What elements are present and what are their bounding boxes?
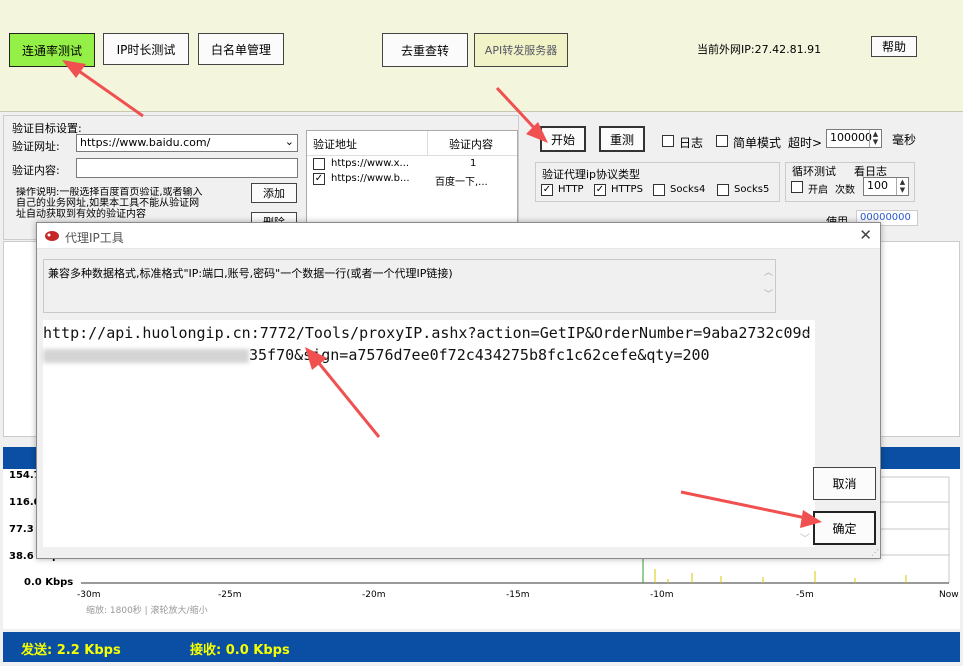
- loop-times-label: 次数: [835, 185, 855, 196]
- timeout-input[interactable]: 100000 ▲ ▼: [826, 129, 882, 148]
- https-checkbox[interactable]: ✓: [594, 184, 606, 196]
- format-notice: 兼容多种数据格式,标准格式"IP:端口,账号,密码"一个数据一行(或者一个代理I…: [43, 259, 776, 313]
- proxy-url-text-part2: 35f70&sign=a7576d7ee0f72c434275b8fc1c62c…: [249, 346, 710, 364]
- x-tick: -30m: [77, 590, 101, 600]
- row-content: 百度一下,...: [435, 177, 488, 188]
- verify-content-input[interactable]: [76, 158, 298, 178]
- col-url-header: 验证地址: [313, 138, 357, 151]
- loop-times-value: 100: [867, 179, 888, 192]
- x-tick: -20m: [362, 590, 386, 600]
- zoom-hint: 缩放: 1800秒 | 滚轮放大/缩小: [86, 606, 208, 616]
- app-logo-icon: [45, 231, 59, 241]
- loop-enable-label: 开启: [808, 185, 828, 196]
- timeout-value: 100000: [830, 131, 872, 144]
- resize-grip-icon[interactable]: ⋰: [871, 548, 879, 557]
- row-url: https://www.x...: [331, 158, 410, 169]
- dedupe-button[interactable]: 去重查转: [382, 33, 468, 67]
- http-label: HTTP: [558, 184, 584, 195]
- header-divider: [307, 155, 517, 156]
- row-url: https://www.b...: [331, 173, 410, 184]
- simple-mode-checkbox[interactable]: [716, 135, 728, 147]
- dialog-title-bar: 代理IP工具 ✕: [37, 223, 880, 249]
- ip-duration-test-button[interactable]: IP时长测试: [103, 33, 189, 65]
- loop-times-input[interactable]: 100 ▲ ▼: [863, 177, 909, 196]
- row-content: 1: [470, 158, 477, 169]
- confirm-button[interactable]: 确定: [813, 511, 876, 545]
- status-bar: 发送: 2.2 Kbps 接收: 0.0 Kbps: [3, 632, 960, 662]
- scrollbar-arrows[interactable]: ︿ ﹀: [764, 262, 773, 306]
- scroll-up-icon[interactable]: ︿: [800, 323, 810, 338]
- connectivity-test-button[interactable]: 连通率测试: [9, 33, 95, 67]
- recv-rate: 接收: 0.0 Kbps: [190, 643, 290, 658]
- close-icon[interactable]: ✕: [859, 226, 872, 244]
- dialog-title: 代理IP工具: [65, 231, 124, 245]
- whitelist-button[interactable]: 白名单管理: [198, 33, 284, 65]
- column-divider: [427, 131, 428, 155]
- send-rate: 发送: 2.2 Kbps: [21, 643, 121, 658]
- x-tick: -10m: [650, 590, 674, 600]
- stepper-icon[interactable]: ▲ ▼: [869, 130, 881, 147]
- url-label: 验证网址:: [12, 140, 60, 153]
- proxy-url-text-part1: http://api.huolongip.cn:7772/Tools/proxy…: [43, 324, 811, 342]
- verify-url-select[interactable]: https://www.baidu.com/ ⌄: [76, 134, 298, 152]
- start-button[interactable]: 开始: [540, 126, 586, 152]
- log-label: 日志: [679, 136, 704, 150]
- content-label: 验证内容:: [12, 164, 60, 177]
- scroll-down-icon[interactable]: ﹀: [800, 530, 810, 545]
- ms-label: 毫秒: [892, 133, 917, 147]
- timeout-label: 超时>: [788, 136, 823, 150]
- top-toolbar: 连通率测试 IP时长测试 白名单管理 去重查转 API转发服务器 当前外网IP:…: [0, 0, 963, 112]
- api-server-button[interactable]: API转发服务器: [474, 33, 568, 67]
- chevron-down-icon: ⌄: [284, 135, 294, 148]
- stepper-icon[interactable]: ▲ ▼: [896, 178, 908, 195]
- x-tick: Now: [939, 590, 959, 600]
- cancel-button[interactable]: 取消: [813, 467, 876, 500]
- protocol-title: 验证代理ip协议类型: [542, 168, 641, 181]
- loop-test-title: 循环测试: [792, 165, 836, 178]
- x-tick: -15m: [506, 590, 530, 600]
- loop-test-group: 循环测试 看日志 开启 次数 100 ▲ ▼: [785, 162, 915, 202]
- socks4-label: Socks4: [670, 184, 706, 195]
- public-ip-label: 当前外网IP:27.42.81.91: [697, 43, 822, 56]
- socks4-checkbox[interactable]: [653, 184, 665, 196]
- help-button[interactable]: 帮助: [871, 36, 917, 57]
- retest-button[interactable]: 重测: [599, 126, 645, 152]
- add-button[interactable]: 添加: [251, 183, 297, 203]
- table-row[interactable]: https://www.x... 1: [307, 157, 517, 172]
- loop-enable-checkbox[interactable]: [791, 181, 803, 193]
- target-settings-title: 验证目标设置:: [12, 122, 82, 135]
- table-row[interactable]: ✓ https://www.b... 百度一下,...: [307, 172, 517, 188]
- x-tick: -25m: [218, 590, 242, 600]
- http-checkbox[interactable]: ✓: [541, 184, 553, 196]
- proxy-ip-dialog: 代理IP工具 ✕ 兼容多种数据格式,标准格式"IP:端口,账号,密码"一个数据一…: [36, 222, 881, 559]
- y-tick: 0.0 Kbps: [24, 577, 74, 588]
- row-checkbox[interactable]: [313, 158, 325, 170]
- y-tick: 77.3: [9, 524, 34, 535]
- x-tick: -5m: [796, 590, 814, 600]
- verify-url-value: https://www.baidu.com/: [80, 136, 211, 149]
- socks5-checkbox[interactable]: [717, 184, 729, 196]
- protocol-group: 验证代理ip协议类型 ✓ HTTP ✓ HTTPS Socks4 Socks5: [535, 162, 780, 202]
- simple-mode-label: 简单模式: [733, 136, 782, 150]
- proxy-url-textarea[interactable]: http://api.huolongip.cn:7772/Tools/proxy…: [43, 320, 815, 547]
- blurred-redaction: [43, 348, 249, 363]
- socks5-label: Socks5: [734, 184, 770, 195]
- format-notice-text: 兼容多种数据格式,标准格式"IP:端口,账号,密码"一个数据一行(或者一个代理I…: [48, 267, 453, 280]
- log-checkbox[interactable]: [662, 135, 674, 147]
- col-content-header: 验证内容: [449, 138, 493, 151]
- https-label: HTTPS: [611, 184, 643, 195]
- row-checkbox-checked[interactable]: ✓: [313, 173, 325, 185]
